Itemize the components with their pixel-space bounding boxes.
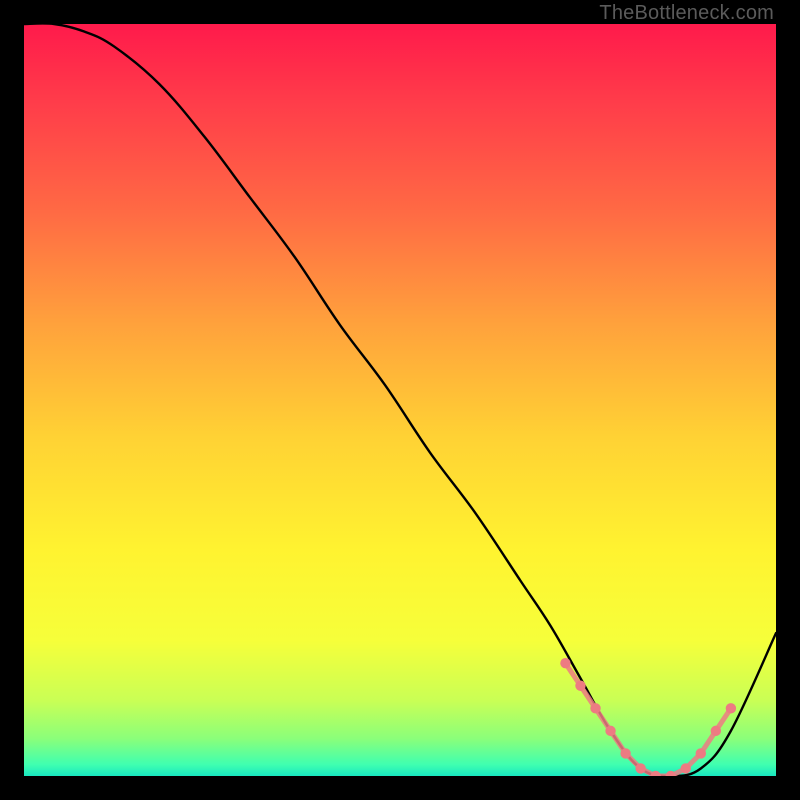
optimum-dot	[575, 681, 585, 691]
optimum-dot	[590, 703, 600, 713]
optimum-dot	[635, 763, 645, 773]
optimum-dot	[696, 748, 706, 758]
optimum-dot	[681, 763, 691, 773]
optimum-dot	[605, 726, 615, 736]
optimum-dot	[726, 703, 736, 713]
optimum-dot	[711, 726, 721, 736]
chart-background	[24, 24, 776, 776]
watermark-text: TheBottleneck.com	[599, 2, 774, 25]
optimum-dot	[620, 748, 630, 758]
chart-frame	[24, 24, 776, 776]
optimum-dot	[560, 658, 570, 668]
chart-svg	[24, 24, 776, 776]
